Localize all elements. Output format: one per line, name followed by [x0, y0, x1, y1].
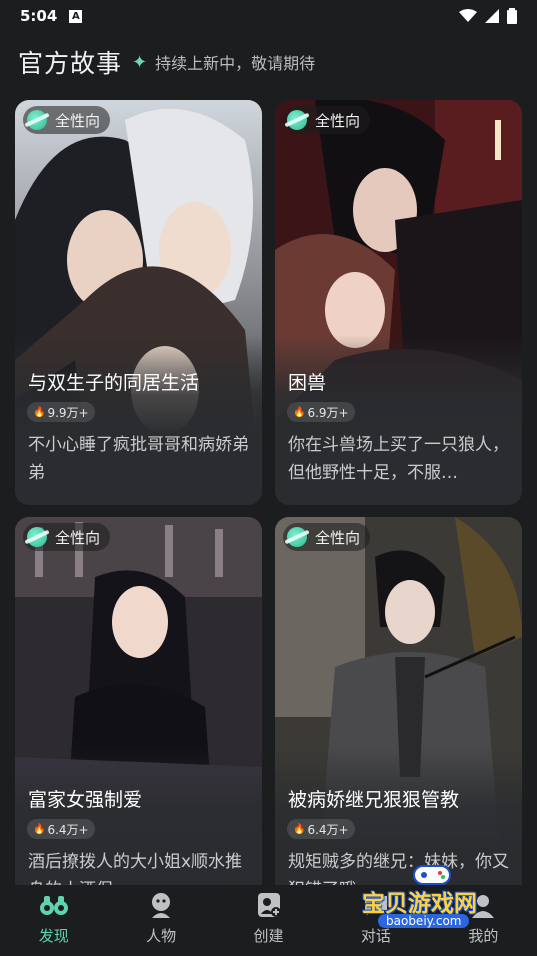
orientation-tag: 全性向 — [283, 523, 371, 551]
tab-label: 发现 — [38, 927, 69, 945]
section-header: 官方故事 ✦ 持续上新中，敬请期待 — [18, 44, 315, 80]
flame-icon: 🔥 — [33, 406, 46, 418]
status-time: 5:04 — [20, 7, 58, 25]
story-card[interactable]: 全性向 富家女强制爱 🔥 6.4万+ 酒后撩拨人的大小姐x顺水推舟的小酒保 — [15, 517, 262, 885]
page-title: 官方故事 — [18, 49, 123, 78]
tab-label: 人物 — [146, 927, 177, 945]
signal-icon — [485, 9, 499, 23]
story-grid: 全性向 与双生子的同居生活 🔥 9.9万+ 不小心睡了疯批哥哥和病娇弟弟 全性向… — [15, 100, 522, 885]
orientation-tag: 全性向 — [283, 106, 371, 134]
popularity-badge: 🔥 6.4万+ — [287, 819, 355, 839]
wifi-icon — [459, 9, 477, 22]
planet-icon — [287, 110, 307, 130]
tag-label: 全性向 — [315, 111, 361, 130]
planet-icon — [287, 527, 307, 547]
story-card[interactable]: 全性向 困兽 🔥 6.9万+ 你在斗兽场上买了一只狼人，但他野性十足，不服… — [275, 100, 522, 505]
story-description: 不小心睡了疯批哥哥和病娇弟弟 — [28, 435, 249, 483]
watermark-text: 宝贝游戏网 — [362, 891, 477, 917]
popularity-badge: 🔥 9.9万+ — [27, 402, 95, 422]
story-description: 酒后撩拨人的大小姐x顺水推舟的小酒保 — [28, 852, 243, 885]
flame-icon: 🔥 — [293, 823, 306, 835]
tab-discover[interactable]: 发现 — [0, 885, 107, 956]
story-title: 困兽 — [288, 372, 327, 394]
planet-icon — [27, 110, 47, 130]
battery-icon — [507, 8, 517, 24]
planet-icon — [27, 527, 47, 547]
binoculars-icon — [39, 891, 69, 919]
status-bar: 5:04 A — [0, 0, 537, 32]
story-card[interactable]: 全性向 与双生子的同居生活 🔥 9.9万+ 不小心睡了疯批哥哥和病娇弟弟 — [15, 100, 262, 505]
orientation-tag: 全性向 — [23, 523, 111, 551]
tag-label: 全性向 — [55, 111, 101, 130]
create-icon — [254, 891, 284, 919]
popularity-badge: 🔥 6.9万+ — [287, 402, 355, 422]
popularity-count: 6.4万+ — [47, 822, 89, 837]
story-title: 被病娇继兄狠狠管教 — [288, 789, 460, 811]
watermark-logo: 宝贝游戏网 baobeiy.com — [362, 862, 502, 938]
character-icon — [146, 891, 176, 919]
orientation-tag: 全性向 — [23, 106, 111, 134]
tab-create[interactable]: 创建 — [215, 885, 322, 956]
page-subtitle: 持续上新中，敬请期待 — [155, 54, 316, 73]
sparkle-icon: ✦ — [132, 51, 148, 73]
popularity-count: 6.9万+ — [307, 405, 349, 420]
story-description: 你在斗兽场上买了一只狼人，但他野性十足，不服… — [288, 435, 509, 483]
status-icons — [459, 8, 517, 24]
flame-icon: 🔥 — [33, 823, 46, 835]
story-title: 富家女强制爱 — [28, 789, 143, 811]
popularity-count: 9.9万+ — [47, 405, 89, 420]
tag-label: 全性向 — [55, 528, 101, 547]
tab-characters[interactable]: 人物 — [107, 885, 214, 956]
story-title: 与双生子的同居生活 — [28, 372, 200, 394]
popularity-badge: 🔥 6.4万+ — [27, 819, 95, 839]
watermark-url: baobeiy.com — [378, 914, 470, 928]
flame-icon: 🔥 — [293, 406, 306, 418]
popularity-count: 6.4万+ — [307, 822, 349, 837]
tab-label: 创建 — [253, 927, 284, 945]
tag-label: 全性向 — [315, 528, 361, 547]
notification-app-icon: A — [69, 9, 83, 23]
story-card[interactable]: 全性向 被病娇继兄狠狠管教 🔥 6.4万+ 规矩贼多的继兄：妹妹，你又犯错了哦～ — [275, 517, 522, 885]
